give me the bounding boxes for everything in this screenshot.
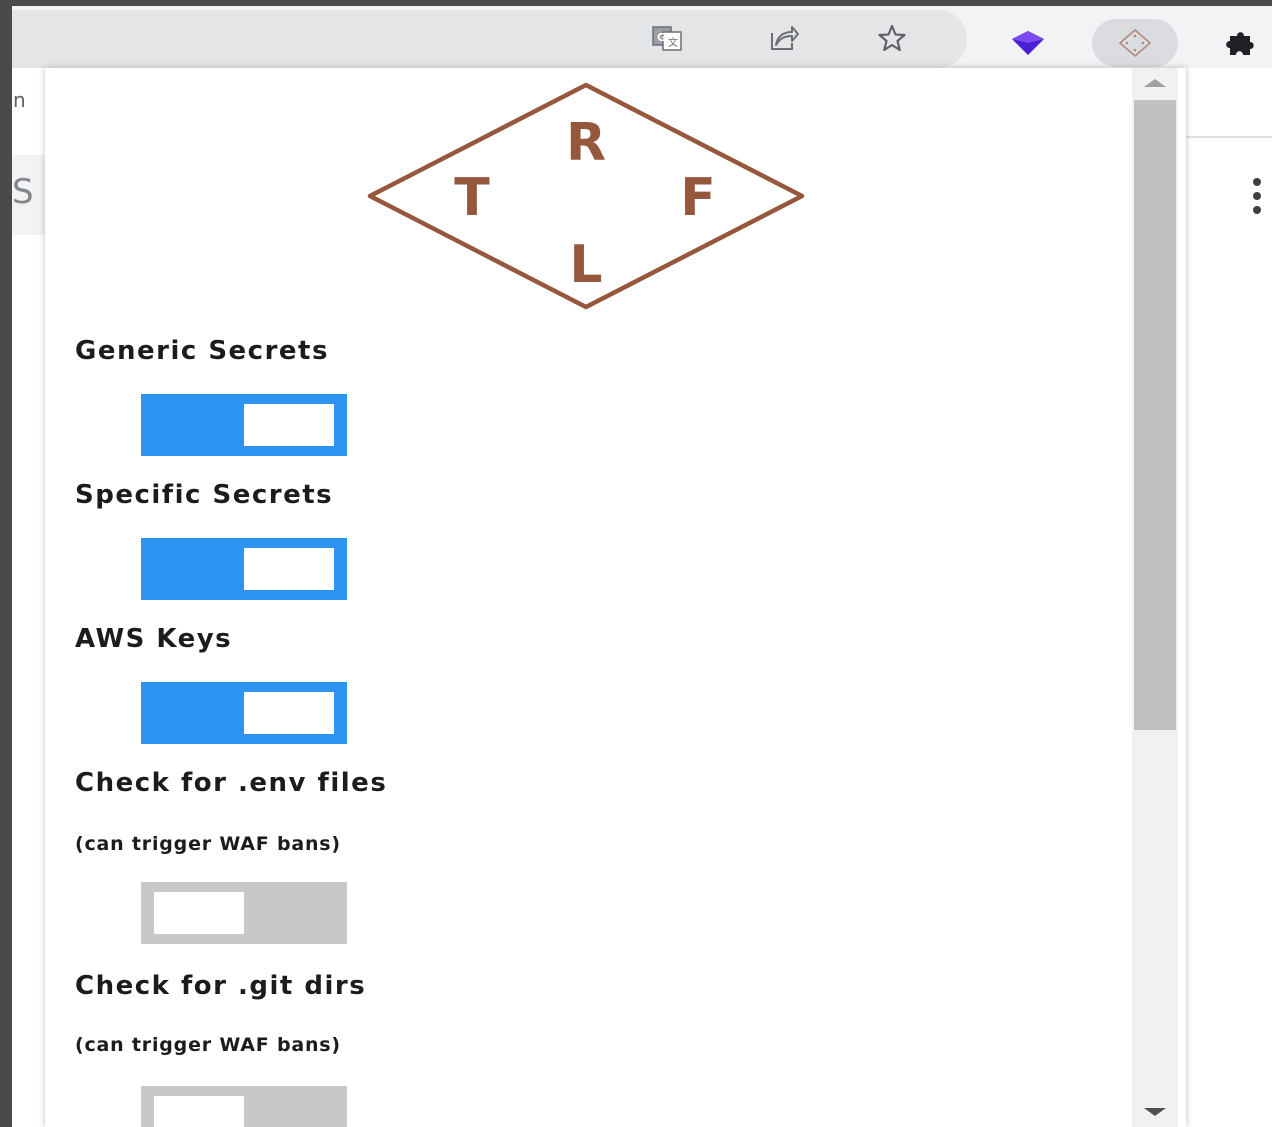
setting-warning-note: (can trigger WAF bans) [75,1034,341,1056]
address-bar[interactable] [12,10,967,68]
share-icon[interactable] [764,18,804,58]
setting-warning-note: (can trigger WAF bans) [75,833,341,855]
toggle-knob [244,548,334,590]
toggle-check-git-dirs[interactable] [141,1086,347,1127]
purple-cube-extension-icon[interactable] [1004,19,1052,67]
browser-toolbar: G 文 [12,6,1272,68]
toggle-knob [244,404,334,446]
puzzle-extensions-icon[interactable] [1218,19,1266,67]
bookmark-star-icon[interactable] [872,18,912,58]
setting-label-generic-secrets: Generic Secrets [75,336,329,366]
toggle-generic-secrets[interactable] [141,394,347,456]
scroll-up-arrow-icon[interactable] [1132,68,1178,98]
svg-text:文: 文 [668,36,678,49]
scroll-down-arrow-icon[interactable] [1132,1097,1178,1127]
trufflehog-extension-icon[interactable] [1092,19,1178,67]
setting-label-check-env-files: Check for .env files [75,768,388,798]
svg-text:G: G [657,31,666,44]
background-page-text: n [13,88,26,112]
trufflehog-logo: R T F L [367,82,805,310]
setting-label-specific-secrets: Specific Secrets [75,480,334,510]
logo-letter-top: R [566,113,606,173]
scrollbar-thumb[interactable] [1134,100,1176,730]
window-frame-left [0,0,12,1127]
toggle-knob [154,892,244,934]
logo-letter-right: F [680,168,716,228]
translate-icon[interactable]: G 文 [648,18,688,58]
extension-popup: R T F L Generic Secrets Specific Secrets… [45,68,1186,1127]
setting-label-aws-keys: AWS Keys [75,624,233,654]
popup-scrollbar[interactable] [1132,68,1178,1127]
toggle-specific-secrets[interactable] [141,538,347,600]
screen: G 文 n S R T F L Generic Secrets Specific… [0,0,1272,1127]
background-page-text: S [12,172,34,212]
toggle-aws-keys[interactable] [141,682,347,744]
toggle-check-env-files[interactable] [141,882,347,944]
setting-label-check-git-dirs: Check for .git dirs [75,971,367,1001]
logo-letter-bottom: L [569,235,602,295]
more-options-icon[interactable] [1250,178,1264,214]
toggle-knob [154,1096,244,1127]
background-page-divider [1186,136,1272,138]
logo-letter-left: T [454,168,490,228]
toggle-knob [244,692,334,734]
